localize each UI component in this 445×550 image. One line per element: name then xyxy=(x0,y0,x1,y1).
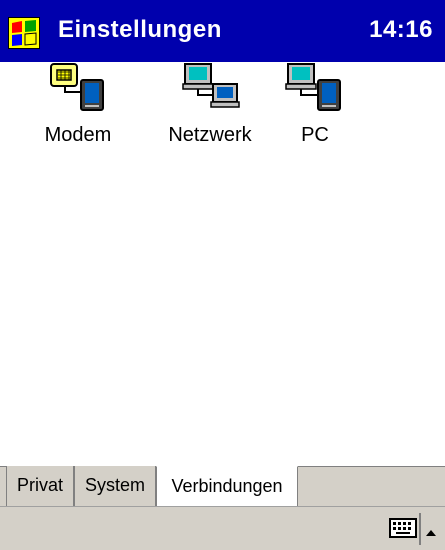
pc-connection-icon xyxy=(285,63,341,111)
settings-content: Modem Netzwerk PC xyxy=(0,62,445,466)
tab-system[interactable]: System xyxy=(74,466,156,507)
bottom-bar xyxy=(0,506,445,550)
separator xyxy=(419,513,421,545)
network-icon xyxy=(182,63,240,108)
windows-flag-icon[interactable] xyxy=(8,17,40,49)
pc-item[interactable]: PC xyxy=(270,62,360,147)
tab-privat[interactable]: Privat xyxy=(6,466,74,507)
network-item[interactable]: Netzwerk xyxy=(155,62,265,147)
tab-verbindungen[interactable]: Verbindungen xyxy=(156,466,298,507)
network-label: Netzwerk xyxy=(168,124,252,146)
keyboard-icon[interactable] xyxy=(389,516,417,540)
modem-label: Modem xyxy=(44,124,112,146)
up-arrow-icon[interactable] xyxy=(425,525,437,536)
pc-label: PC xyxy=(301,124,329,146)
modem-icon xyxy=(50,63,104,111)
clock[interactable]: 14:16 xyxy=(369,16,433,44)
tab-strip: Privat System Verbindungen xyxy=(0,466,445,507)
title-bar: Einstellungen 14:16 xyxy=(0,0,445,62)
modem-item[interactable]: Modem xyxy=(28,62,128,147)
window-title[interactable]: Einstellungen xyxy=(58,16,222,44)
